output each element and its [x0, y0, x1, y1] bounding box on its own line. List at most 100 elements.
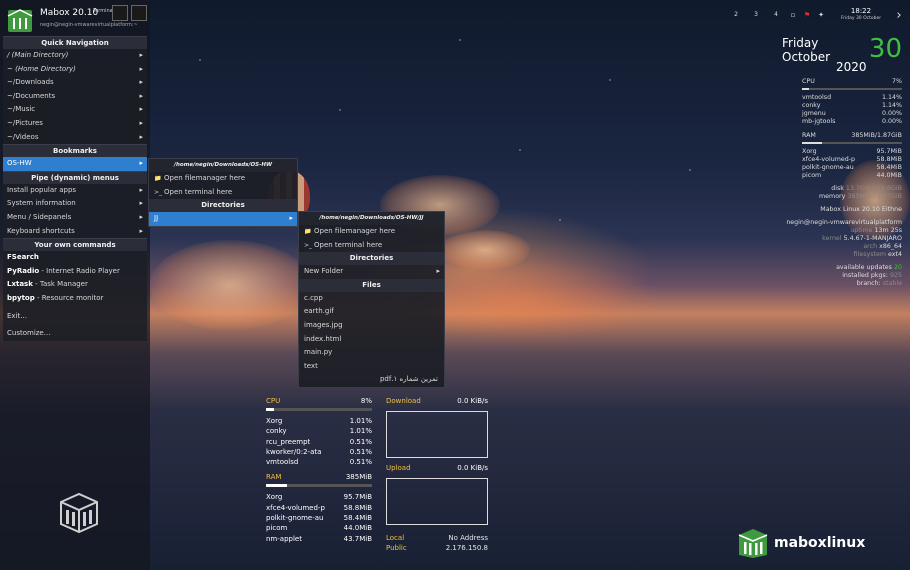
menu-item-pipe[interactable]: Install popular apps ▸ [3, 184, 147, 198]
chevron-right-icon: ▸ [139, 199, 143, 208]
workspace-button[interactable]: 3 [748, 7, 764, 23]
window-button[interactable] [112, 5, 128, 21]
submenu-path: /home/negin/Downloads/OS-HW/JJ [299, 212, 444, 225]
process-value: 95.7MiB [343, 493, 372, 502]
menu-item-command[interactable]: bpytop - Resource monitor [3, 292, 147, 306]
menu-item-label: Install popular apps [7, 185, 77, 194]
directory-item-jj[interactable]: JJ ▸ [149, 212, 297, 226]
menu-item-label: OS-HW [7, 159, 32, 168]
upload-graph [386, 478, 488, 525]
file-item[interactable]: c.cpp [299, 292, 444, 306]
updates-value: 20 [893, 264, 902, 271]
menu-item-command[interactable]: FSearch [3, 251, 147, 265]
menu-item-customize[interactable]: Customize... [3, 327, 147, 341]
open-filemanager-item[interactable]: 📁 Open filemanager here [149, 172, 297, 186]
kernel-value: 5.4.67-1-MANJARO [843, 235, 902, 242]
conky-date-number: 30 [868, 34, 902, 64]
process-value: 44.0MiB [876, 172, 902, 179]
window-title: Mabox 20.10 [40, 8, 99, 18]
menu-item-bookmark-os-hw[interactable]: OS-HW ▸ [3, 157, 147, 171]
submenu-jj: /home/negin/Downloads/OS-HW/JJ 📁 Open fil… [298, 211, 445, 388]
updates-row: available updates 20 [782, 264, 902, 272]
menu-item-pipe[interactable]: Keyboard shortcuts ▸ [3, 225, 147, 239]
process-row: Xorg 1.01% [266, 416, 372, 426]
chevron-right-icon: ▸ [289, 214, 293, 223]
download-header: Download 0.0 KiB/s [386, 397, 488, 406]
menu-item-label: System information [7, 199, 76, 208]
menu-item-quick-nav[interactable]: / (Main Directory) ▸ [3, 49, 147, 63]
chevron-right-icon[interactable]: › [888, 8, 910, 23]
process-value: 1.14% [881, 102, 902, 109]
process-value: 1.14% [881, 94, 902, 101]
shield-icon[interactable]: ⚑ [802, 11, 812, 19]
ram-label: RAM [266, 473, 282, 482]
menu-item-label: ~/Documents [7, 91, 56, 100]
item-label: Open filemanager here [314, 227, 396, 235]
file-item[interactable]: main.py [299, 346, 444, 360]
memory-label: memory [819, 193, 846, 200]
menu-item-pipe[interactable]: Menu / Sidepanels ▸ [3, 211, 147, 225]
workspace-button[interactable]: 2 [728, 7, 744, 23]
menu-item-quick-nav[interactable]: ~/Music ▸ [3, 103, 147, 117]
chevron-right-icon: ▸ [139, 118, 143, 127]
process-name: picom [266, 524, 288, 533]
uptime-label: uptime [850, 227, 873, 234]
process-value: 58.4MiB [343, 514, 372, 523]
terminal-chip[interactable]: Terminal [93, 8, 114, 14]
process-name: mb-jgtools [802, 118, 836, 125]
cpu-bar [266, 408, 372, 411]
file-item[interactable]: images.jpg [299, 319, 444, 333]
file-name: earth.gif [304, 307, 334, 316]
updates-label: available updates [836, 264, 892, 271]
ram-process-list: Xorg 95.7MiB xfce4-volumed-p 58.8MiB polkit-… [266, 492, 372, 543]
pkgs-value: 925 [889, 272, 902, 279]
ram-process-list: Xorg 95.7MiB xfce4-volumed-p 58.8MiB polkit-… [802, 148, 902, 180]
command-name: PyRadio [7, 266, 40, 275]
menu-item-command[interactable]: Lxtask - Task Manager [3, 278, 147, 292]
chat-icon[interactable]: ▫ [788, 11, 798, 19]
menu-item-quick-nav[interactable]: ~/Videos ▸ [3, 131, 147, 145]
kernel-row: kernel 5.4.67-1-MANJARO [782, 235, 902, 243]
window-button[interactable] [131, 5, 147, 21]
chevron-right-icon: ▸ [139, 91, 143, 100]
chevron-right-icon: ▸ [139, 51, 143, 59]
process-row: conky 1.14% [802, 102, 902, 110]
open-terminal-item[interactable]: >_ Open terminal here [149, 186, 297, 200]
menu-item-quick-nav[interactable]: ~/Pictures ▸ [3, 117, 147, 131]
open-terminal-item[interactable]: >_ Open terminal here [299, 239, 444, 253]
file-name: تمرین شماره ۱.pdf [379, 375, 438, 384]
pkgs-label: installed pkgs: [842, 272, 888, 279]
file-item[interactable]: text [299, 360, 444, 374]
menu-item-label: ~ (Home Directory) [7, 64, 76, 73]
new-folder-item[interactable]: New Folder ▸ [299, 265, 444, 279]
filesystem-row: filesystem ext4 [782, 251, 902, 259]
menu-header-own-commands: Your own commands [3, 238, 147, 252]
memory-row: memory 385MiB / 1.87GiB [782, 193, 902, 201]
process-value: 0.51% [349, 437, 372, 446]
workspace-button[interactable]: 4 [768, 7, 784, 23]
menu-item-quick-nav[interactable]: ~/Documents ▸ [3, 90, 147, 104]
file-item[interactable]: index.html [299, 333, 444, 347]
menu-item-exit[interactable]: Exit... [3, 310, 147, 324]
terminal-icon: >_ [304, 241, 313, 249]
command-description: - Resource monitor [34, 293, 104, 302]
upload-label: Upload [386, 464, 411, 472]
menu-item-command[interactable]: PyRadio - Internet Radio Player [3, 265, 147, 279]
process-name: Xorg [266, 417, 283, 425]
chevron-right-icon: ▸ [139, 226, 143, 235]
file-item[interactable]: تمرین شماره ۱.pdf [299, 373, 444, 387]
menu-item-label: ~/Downloads [7, 78, 54, 87]
star-icon[interactable]: ✦ [816, 11, 826, 19]
clock[interactable]: 18:22 Friday 30 October [834, 8, 888, 22]
file-item[interactable]: earth.gif [299, 305, 444, 319]
command-description: - Internet Radio Player [39, 266, 120, 275]
upload-panel: Upload 0.0 KiB/s [386, 464, 488, 525]
menu-item-pipe[interactable]: System information ▸ [3, 197, 147, 211]
menu-item-quick-nav[interactable]: ~/Downloads ▸ [3, 76, 147, 90]
open-filemanager-item[interactable]: 📁 Open filemanager here [299, 225, 444, 239]
folder-icon: 📁 [154, 175, 162, 182]
pkgs-row: installed pkgs: 925 [782, 272, 902, 280]
ram-label: RAM [802, 132, 816, 139]
ram-bar [802, 142, 902, 144]
menu-item-quick-nav[interactable]: ~ (Home Directory) ▸ [3, 63, 147, 77]
